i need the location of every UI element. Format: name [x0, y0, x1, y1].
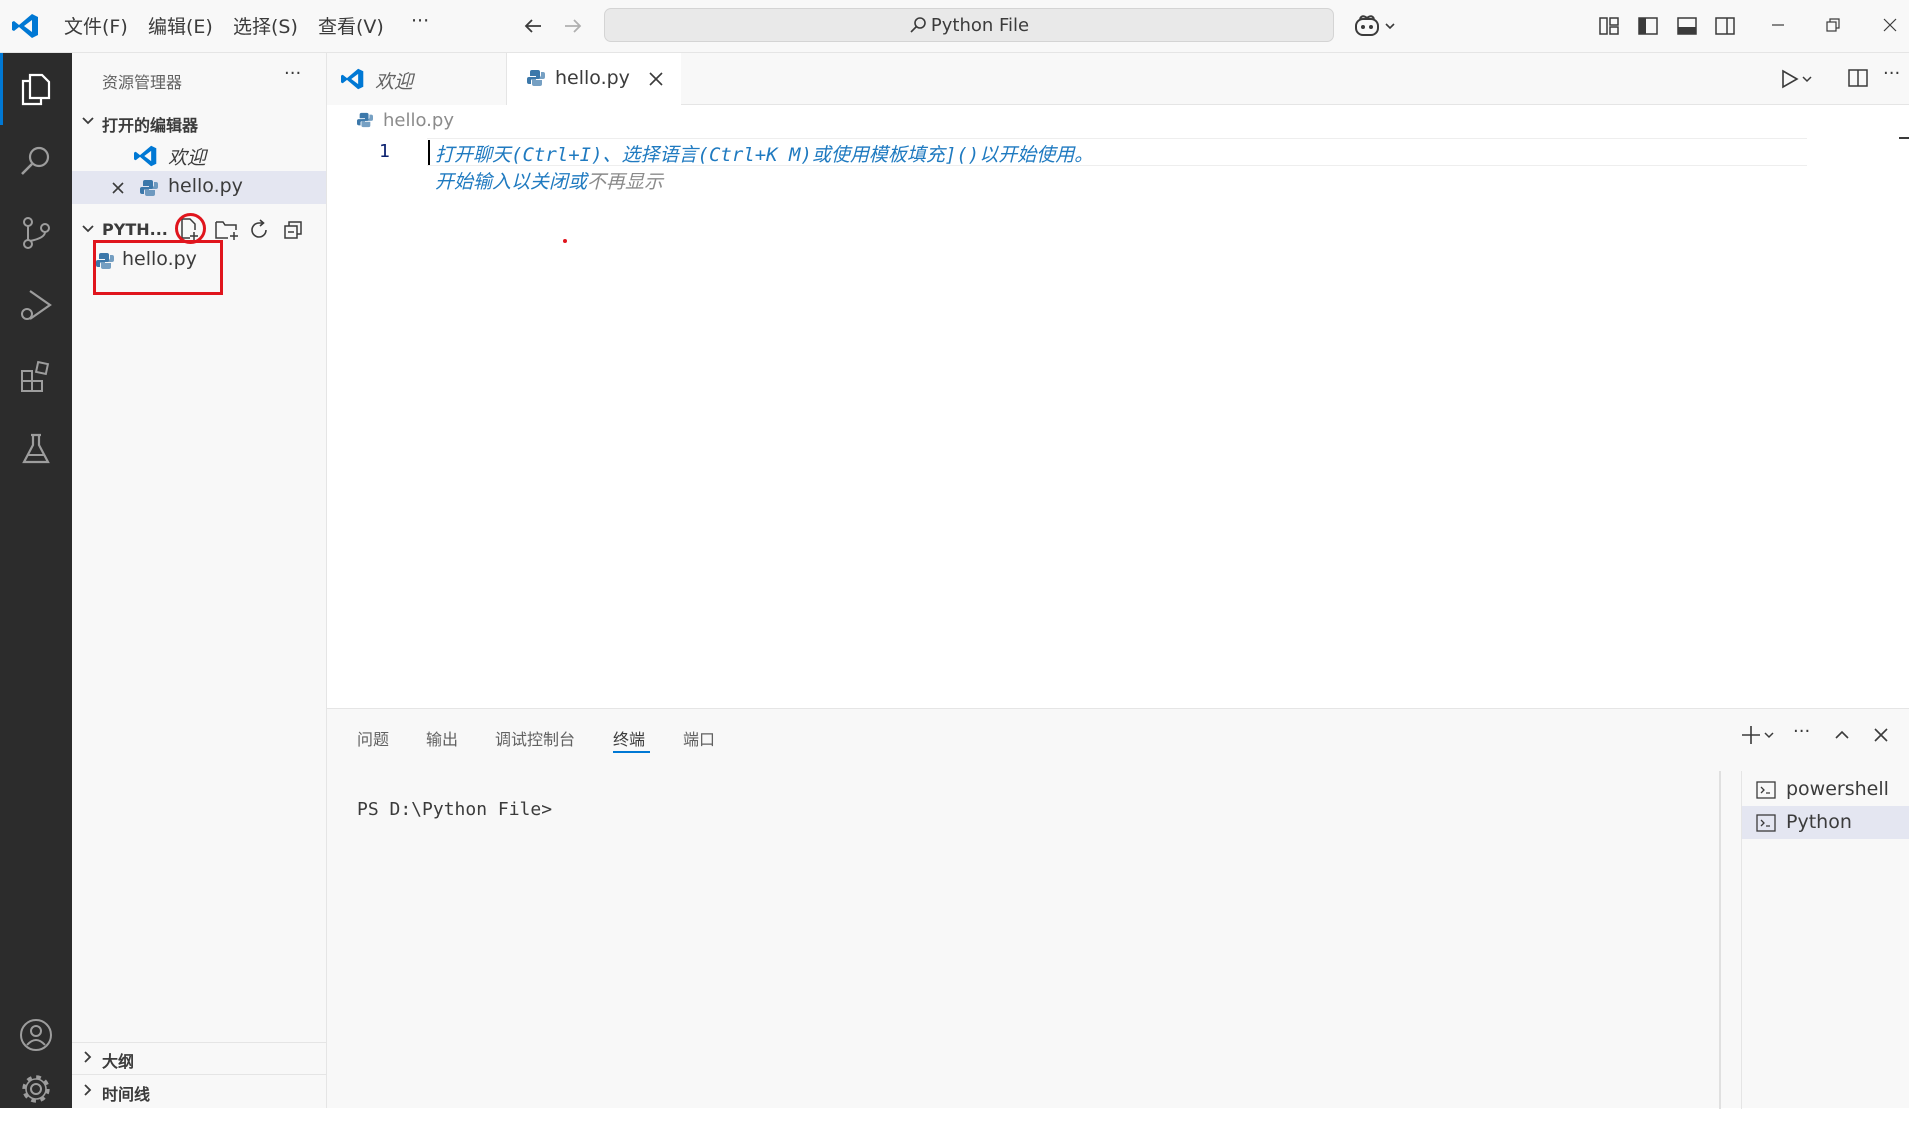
- breadcrumb[interactable]: hello.py: [383, 110, 454, 131]
- forward-arrow-icon[interactable]: [561, 14, 585, 38]
- hint-dismiss-text: 开始输入以关闭或: [435, 171, 588, 193]
- refresh-icon[interactable]: [248, 219, 270, 241]
- timeline-section[interactable]: 时间线: [102, 1081, 150, 1105]
- menu-more-button[interactable]: ···: [411, 10, 429, 32]
- tab-terminal[interactable]: 终端: [613, 726, 645, 750]
- open-editor-item-welcome[interactable]: 欢迎: [72, 139, 326, 171]
- back-arrow-icon[interactable]: [521, 14, 545, 38]
- hint-line-1: 打开聊天(Ctrl+I)、选择语言(Ctrl+K M)或使用模板填充]()以开始…: [435, 140, 1093, 167]
- explorer-title: 资源管理器: [102, 73, 183, 92]
- tab-hello-py[interactable]: hello.py: [507, 53, 681, 106]
- menu-selection[interactable]: 选择(S): [233, 12, 298, 39]
- red-dot: [563, 239, 567, 243]
- vscode-logo-icon: [341, 67, 365, 91]
- python-file-icon: [357, 112, 373, 128]
- maximize-panel-chevron-up-icon[interactable]: [1832, 725, 1852, 745]
- tab-output[interactable]: 输出: [426, 726, 458, 750]
- testing-flask-icon[interactable]: [0, 413, 72, 485]
- new-terminal-plus-icon[interactable]: [1741, 724, 1781, 746]
- tab-ports[interactable]: 端口: [683, 726, 715, 750]
- menu-view[interactable]: 查看(V): [318, 12, 384, 39]
- python-file-icon: [527, 69, 545, 87]
- line-number: 1: [379, 141, 390, 162]
- tab-debug-console[interactable]: 调试控制台: [495, 726, 575, 750]
- restore-icon[interactable]: [1823, 15, 1843, 35]
- python-file-icon: [140, 179, 158, 197]
- active-tab-underline: [613, 751, 650, 753]
- divider: [72, 1074, 326, 1075]
- activity-bar: [0, 53, 72, 1108]
- search-icon[interactable]: [0, 125, 72, 197]
- current-line-top: [427, 138, 1807, 139]
- code-editor[interactable]: hello.py 1 打开聊天(Ctrl+I)、选择语言(Ctrl+K M)或使…: [327, 105, 1909, 708]
- command-center-label: Python File: [930, 15, 1030, 36]
- hint-dont-show-link[interactable]: 不再显示: [587, 171, 663, 193]
- open-editors-section[interactable]: 打开的编辑器: [102, 112, 198, 136]
- source-control-icon[interactable]: [0, 197, 72, 269]
- outline-section[interactable]: 大纲: [102, 1048, 134, 1072]
- terminal-prompt[interactable]: PS D:\Python File>: [357, 799, 552, 820]
- terminal-scrollbar[interactable]: [1719, 771, 1721, 1109]
- close-panel-icon[interactable]: [1871, 725, 1891, 745]
- tab-welcome[interactable]: 欢迎: [327, 53, 507, 105]
- vscode-logo-icon: [12, 12, 40, 40]
- command-center-search[interactable]: Python File: [604, 8, 1334, 42]
- open-editor-label: 欢迎: [168, 147, 207, 169]
- hint-open-chat-link[interactable]: 打开聊天(Ctrl+I)、选择语言(Ctrl+K M)或使用模板填充](: [435, 144, 968, 166]
- vscode-logo-icon: [134, 144, 158, 168]
- toggle-primary-sidebar-icon[interactable]: [1637, 15, 1659, 37]
- explorer-sidebar: 资源管理器 ··· 打开的编辑器 欢迎 hello.py PYTH... hel…: [72, 53, 327, 1108]
- terminal-icon: [1756, 814, 1776, 832]
- explorer-more-button[interactable]: ···: [284, 63, 301, 84]
- folder-section[interactable]: PYTH...: [102, 220, 168, 239]
- search-icon: [909, 16, 927, 34]
- close-tab-icon[interactable]: [647, 70, 665, 88]
- terminal-item-powershell[interactable]: powershell: [1742, 773, 1909, 805]
- terminal-item-python[interactable]: Python: [1742, 806, 1909, 839]
- close-window-icon[interactable]: [1880, 15, 1900, 35]
- panel-more-button[interactable]: ···: [1793, 721, 1810, 742]
- tab-label: 欢迎: [375, 71, 414, 93]
- terminal-item-label: powershell: [1786, 778, 1889, 800]
- tab-label: hello.py: [555, 67, 630, 89]
- run-python-file-icon[interactable]: [1779, 67, 1819, 91]
- toggle-panel-icon[interactable]: [1676, 15, 1698, 37]
- open-editor-item-hello[interactable]: hello.py: [72, 171, 326, 204]
- close-icon[interactable]: [110, 180, 126, 196]
- divider: [72, 1042, 326, 1043]
- command-center-content: Python File: [605, 15, 1333, 36]
- extensions-icon[interactable]: [0, 341, 72, 413]
- new-folder-icon[interactable]: [214, 218, 240, 242]
- customize-layout-icon[interactable]: [1598, 15, 1620, 37]
- chevron-down-icon[interactable]: [80, 113, 96, 129]
- copilot-icon[interactable]: [1354, 13, 1400, 39]
- tab-problems[interactable]: 问题: [357, 726, 389, 750]
- hint-line-2: 开始输入以关闭或不再显示: [435, 167, 663, 194]
- run-and-debug-icon[interactable]: [0, 269, 72, 341]
- hint-suffix: 以开始使用。: [979, 144, 1094, 166]
- menu-edit[interactable]: 编辑(E): [148, 12, 213, 39]
- terminal-icon: [1756, 781, 1776, 799]
- explorer-icon[interactable]: [0, 53, 72, 125]
- menu-file[interactable]: 文件(F): [64, 12, 128, 39]
- minimize-icon[interactable]: [1768, 15, 1788, 35]
- collapse-all-icon[interactable]: [282, 219, 304, 241]
- terminal-item-label: Python: [1786, 811, 1852, 833]
- open-editor-label: hello.py: [168, 175, 243, 197]
- chevron-right-icon[interactable]: [80, 1082, 96, 1098]
- split-editor-icon[interactable]: [1847, 67, 1869, 89]
- title-bar: 文件(F) 编辑(E) 选择(S) 查看(V) ··· Python File: [0, 0, 1909, 53]
- editor-more-button[interactable]: ···: [1883, 63, 1900, 84]
- toggle-secondary-sidebar-icon[interactable]: [1714, 15, 1736, 37]
- settings-gear-icon[interactable]: [0, 1053, 72, 1125]
- bottom-panel: 问题 输出 调试控制台 终端 端口 ··· PS D:\Python File>…: [327, 708, 1909, 1109]
- text-cursor: [428, 140, 430, 165]
- editor-tab-bar: 欢迎 hello.py ···: [327, 53, 1909, 106]
- scrollbar-marker: [1899, 137, 1909, 139]
- highlight-box: [93, 240, 223, 295]
- chevron-right-icon[interactable]: [80, 1049, 96, 1065]
- hint-paren: ): [967, 144, 980, 166]
- chevron-down-icon[interactable]: [80, 221, 96, 237]
